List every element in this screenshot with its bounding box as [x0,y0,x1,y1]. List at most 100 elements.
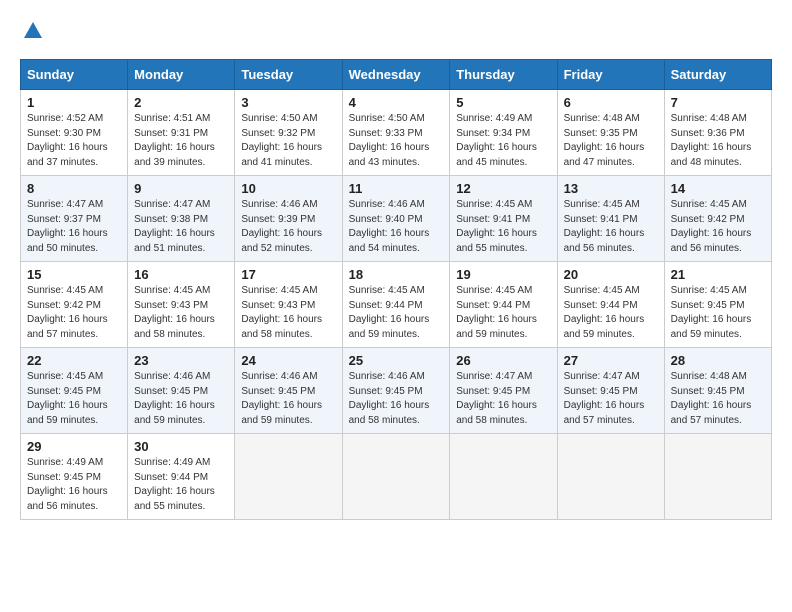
calendar-cell: 19Sunrise: 4:45 AM Sunset: 9:44 PM Dayli… [450,262,557,348]
day-number: 24 [241,353,335,368]
day-info: Sunrise: 4:46 AM Sunset: 9:39 PM Dayligh… [241,198,335,256]
calendar-header-friday: Friday [557,60,664,90]
calendar-week-row: 1Sunrise: 4:52 AM Sunset: 9:30 PM Daylig… [21,90,772,176]
day-info: Sunrise: 4:46 AM Sunset: 9:40 PM Dayligh… [349,198,444,256]
calendar-cell: 9 Sunrise: 4:47 AM Sunset: 9:38 PM Daylig… [128,176,235,262]
calendar-cell: 30 Sunrise: 4:49 AM Sunset: 9:44 PM Dayli… [128,434,235,520]
day-number: 18 [349,267,444,282]
calendar-week-row: 8 Sunrise: 4:47 AM Sunset: 9:37 PM Daylig… [21,176,772,262]
calendar-cell: 2Sunrise: 4:51 AM Sunset: 9:31 PM Daylig… [128,90,235,176]
day-number: 14 [671,181,765,196]
calendar-cell [557,434,664,520]
day-number: 16 [134,267,228,282]
logo-icon [22,20,44,42]
day-number: 29 [27,439,121,454]
day-number: 12 [456,181,550,196]
day-info: Sunrise: 4:45 AM Sunset: 9:45 PM Dayligh… [27,370,121,428]
day-info: Sunrise: 4:47 AM Sunset: 9:45 PM Dayligh… [564,370,658,428]
calendar-cell [235,434,342,520]
calendar-cell: 4 Sunrise: 4:50 AM Sunset: 9:33 PM Daylig… [342,90,450,176]
calendar-week-row: 15 Sunrise: 4:45 AM Sunset: 9:42 PM Dayli… [21,262,772,348]
calendar-cell: 20 Sunrise: 4:45 AM Sunset: 9:44 PM Dayli… [557,262,664,348]
day-info: Sunrise: 4:47 AM Sunset: 9:37 PM Dayligh… [27,198,121,256]
day-number: 28 [671,353,765,368]
calendar-cell: 15 Sunrise: 4:45 AM Sunset: 9:42 PM Dayli… [21,262,128,348]
day-number: 8 [27,181,121,196]
day-number: 30 [134,439,228,454]
calendar-cell: 23 Sunrise: 4:46 AM Sunset: 9:45 PM Dayli… [128,348,235,434]
day-info: Sunrise: 4:45 AM Sunset: 9:41 PM Dayligh… [456,198,550,256]
day-number: 10 [241,181,335,196]
calendar-cell: 27 Sunrise: 4:47 AM Sunset: 9:45 PM Dayli… [557,348,664,434]
day-info: Sunrise: 4:50 AM Sunset: 9:33 PM Dayligh… [349,112,444,170]
day-number: 26 [456,353,550,368]
calendar-header-thursday: Thursday [450,60,557,90]
day-number: 7 [671,95,765,110]
day-info: Sunrise: 4:47 AM Sunset: 9:45 PM Dayligh… [456,370,550,428]
day-number: 4 [349,95,444,110]
day-number: 11 [349,181,444,196]
day-info: Sunrise: 4:45 AM Sunset: 9:43 PM Dayligh… [134,284,228,342]
day-number: 22 [27,353,121,368]
day-number: 15 [27,267,121,282]
day-number: 13 [564,181,658,196]
calendar-cell: 10 Sunrise: 4:46 AM Sunset: 9:39 PM Dayli… [235,176,342,262]
day-number: 19 [456,267,550,282]
calendar-cell: 7 Sunrise: 4:48 AM Sunset: 9:36 PM Daylig… [664,90,771,176]
day-number: 25 [349,353,444,368]
calendar-cell [450,434,557,520]
day-info: Sunrise: 4:46 AM Sunset: 9:45 PM Dayligh… [349,370,444,428]
calendar-cell: 26 Sunrise: 4:47 AM Sunset: 9:45 PM Dayli… [450,348,557,434]
day-info: Sunrise: 4:47 AM Sunset: 9:38 PM Dayligh… [134,198,228,256]
day-number: 5 [456,95,550,110]
calendar-cell: 13Sunrise: 4:45 AM Sunset: 9:41 PM Dayli… [557,176,664,262]
calendar-header-wednesday: Wednesday [342,60,450,90]
calendar-cell [342,434,450,520]
day-info: Sunrise: 4:45 AM Sunset: 9:42 PM Dayligh… [27,284,121,342]
calendar-cell: 29 Sunrise: 4:49 AM Sunset: 9:45 PM Dayli… [21,434,128,520]
day-info: Sunrise: 4:45 AM Sunset: 9:45 PM Dayligh… [671,284,765,342]
calendar-week-row: 29 Sunrise: 4:49 AM Sunset: 9:45 PM Dayli… [21,434,772,520]
day-info: Sunrise: 4:49 AM Sunset: 9:45 PM Dayligh… [27,456,121,514]
day-info: Sunrise: 4:46 AM Sunset: 9:45 PM Dayligh… [241,370,335,428]
day-number: 6 [564,95,658,110]
calendar-cell: 8 Sunrise: 4:47 AM Sunset: 9:37 PM Daylig… [21,176,128,262]
day-info: Sunrise: 4:51 AM Sunset: 9:31 PM Dayligh… [134,112,228,170]
day-info: Sunrise: 4:48 AM Sunset: 9:45 PM Dayligh… [671,370,765,428]
calendar-cell: 6 Sunrise: 4:48 AM Sunset: 9:35 PM Daylig… [557,90,664,176]
page-header [20,20,772,47]
calendar-cell: 5 Sunrise: 4:49 AM Sunset: 9:34 PM Daylig… [450,90,557,176]
calendar-cell: 3 Sunrise: 4:50 AM Sunset: 9:32 PM Daylig… [235,90,342,176]
day-number: 3 [241,95,335,110]
day-number: 20 [564,267,658,282]
calendar-cell: 21Sunrise: 4:45 AM Sunset: 9:45 PM Dayli… [664,262,771,348]
calendar-cell: 24 Sunrise: 4:46 AM Sunset: 9:45 PM Dayli… [235,348,342,434]
calendar-cell: 25 Sunrise: 4:46 AM Sunset: 9:45 PM Dayli… [342,348,450,434]
calendar-header-sunday: Sunday [21,60,128,90]
day-info: Sunrise: 4:45 AM Sunset: 9:44 PM Dayligh… [349,284,444,342]
calendar-cell: 1Sunrise: 4:52 AM Sunset: 9:30 PM Daylig… [21,90,128,176]
calendar-cell: 14 Sunrise: 4:45 AM Sunset: 9:42 PM Dayli… [664,176,771,262]
day-number: 23 [134,353,228,368]
day-info: Sunrise: 4:46 AM Sunset: 9:45 PM Dayligh… [134,370,228,428]
calendar-cell: 16 Sunrise: 4:45 AM Sunset: 9:43 PM Dayli… [128,262,235,348]
day-info: Sunrise: 4:50 AM Sunset: 9:32 PM Dayligh… [241,112,335,170]
day-info: Sunrise: 4:48 AM Sunset: 9:35 PM Dayligh… [564,112,658,170]
calendar-cell: 17Sunrise: 4:45 AM Sunset: 9:43 PM Dayli… [235,262,342,348]
day-info: Sunrise: 4:45 AM Sunset: 9:44 PM Dayligh… [564,284,658,342]
day-info: Sunrise: 4:45 AM Sunset: 9:42 PM Dayligh… [671,198,765,256]
day-number: 17 [241,267,335,282]
day-number: 27 [564,353,658,368]
day-info: Sunrise: 4:49 AM Sunset: 9:44 PM Dayligh… [134,456,228,514]
calendar-cell: 11 Sunrise: 4:46 AM Sunset: 9:40 PM Dayli… [342,176,450,262]
calendar-cell [664,434,771,520]
day-info: Sunrise: 4:49 AM Sunset: 9:34 PM Dayligh… [456,112,550,170]
day-number: 9 [134,181,228,196]
calendar-cell: 28 Sunrise: 4:48 AM Sunset: 9:45 PM Dayli… [664,348,771,434]
calendar-header-saturday: Saturday [664,60,771,90]
calendar-cell: 18 Sunrise: 4:45 AM Sunset: 9:44 PM Dayli… [342,262,450,348]
calendar-header-tuesday: Tuesday [235,60,342,90]
calendar-week-row: 22 Sunrise: 4:45 AM Sunset: 9:45 PM Dayli… [21,348,772,434]
day-info: Sunrise: 4:48 AM Sunset: 9:36 PM Dayligh… [671,112,765,170]
day-number: 1 [27,95,121,110]
